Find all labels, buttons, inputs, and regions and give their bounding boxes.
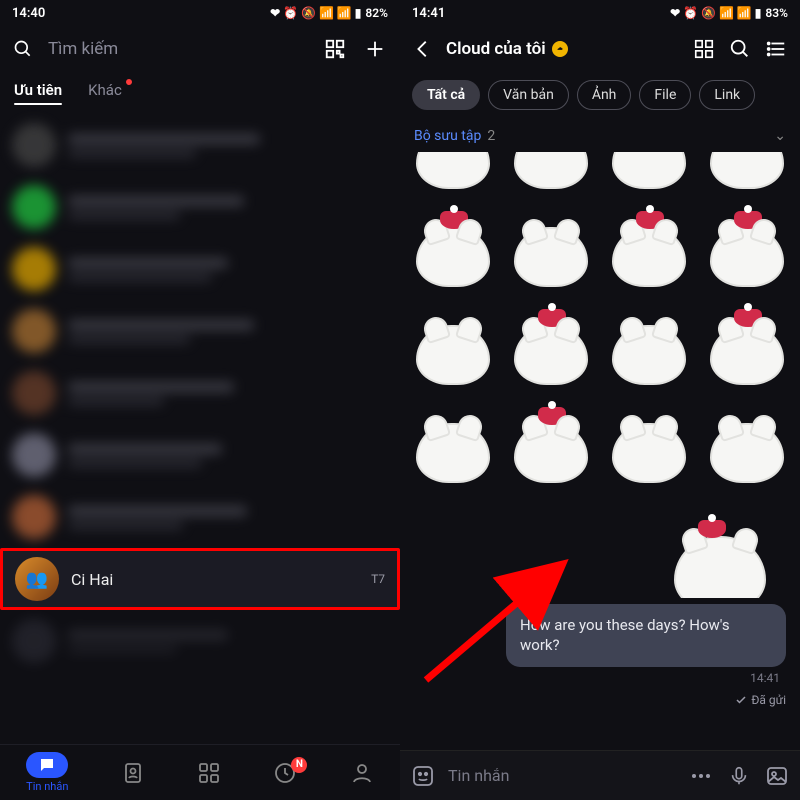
search-icon[interactable] [12, 39, 34, 59]
chat-header: Cloud của tôi [400, 26, 800, 72]
qr-icon[interactable] [322, 38, 348, 60]
image-picker-icon[interactable] [764, 764, 790, 788]
sticker[interactable] [504, 210, 598, 304]
chat-title[interactable]: Cloud của tôi [446, 39, 568, 59]
sticker[interactable] [700, 210, 794, 304]
chat-row-highlighted[interactable]: 👥 Ci Hai T7 [0, 548, 400, 610]
sticker[interactable] [406, 308, 500, 402]
avatar: 👥 [15, 557, 59, 601]
nav-profile[interactable] [350, 761, 374, 785]
search-input[interactable]: Tìm kiếm [48, 39, 308, 59]
filter-all[interactable]: Tất cả [412, 80, 480, 110]
sticker[interactable] [700, 308, 794, 402]
unread-dot [126, 79, 132, 85]
clock: 14:41 [412, 6, 445, 21]
chat-row[interactable] [0, 486, 400, 548]
chat-row[interactable] [0, 424, 400, 486]
message-bubble-row: How are you these days? How's work? 14:4… [400, 598, 800, 685]
chevron-down-icon: ⌄ [774, 128, 786, 144]
voice-icon[interactable] [726, 765, 752, 787]
chat-row[interactable] [0, 362, 400, 424]
chat-row[interactable] [0, 610, 400, 672]
status-bar: 14:41 ❤ ⏰ 🔕 📶 📶 ▮ 83% [400, 0, 800, 26]
chat-row[interactable] [0, 300, 400, 362]
sticker-grid[interactable] [400, 152, 800, 598]
chat-row[interactable] [0, 176, 400, 238]
filter-image[interactable]: Ảnh [577, 80, 632, 110]
more-icon[interactable] [688, 764, 714, 788]
sticker[interactable] [406, 406, 500, 500]
message-bubble[interactable]: How are you these days? How's work? [506, 604, 786, 667]
grid-view-icon[interactable] [692, 38, 716, 60]
filter-file[interactable]: File [639, 80, 691, 110]
sticker[interactable] [406, 210, 500, 304]
tab-other[interactable]: Khác [88, 81, 122, 99]
nav-contacts[interactable] [121, 761, 145, 785]
status-icons: ❤ ⏰ 🔕 📶 📶 ▮ 82% [270, 6, 388, 20]
sticker[interactable] [602, 210, 696, 304]
chat-list-screen: 14:40 ❤ ⏰ 🔕 📶 📶 ▮ 82% Tìm kiếm Ưu tiên K… [0, 0, 400, 800]
chat-detail-screen: 14:41 ❤ ⏰ 🔕 📶 📶 ▮ 83% Cloud của tôi [400, 0, 800, 800]
sticker[interactable] [700, 406, 794, 500]
menu-list-icon[interactable] [764, 38, 788, 60]
chat-name: Ci Hai [71, 570, 113, 589]
cloud-badge-icon [552, 41, 568, 57]
sticker[interactable] [504, 406, 598, 500]
sticker[interactable] [406, 152, 500, 206]
collection-count: 2 [487, 128, 495, 144]
sticker-picker-icon[interactable] [410, 764, 436, 788]
chat-tabs: Ưu tiên Khác [0, 72, 400, 108]
collection-row[interactable]: Bộ sưu tập 2 ⌄ [400, 118, 800, 152]
bottom-nav: Tin nhắn N [0, 744, 400, 800]
plus-icon[interactable] [362, 38, 388, 60]
filter-pills: Tất cả Văn bản Ảnh File Link [400, 72, 800, 118]
chat-list[interactable]: 👥 Ci Hai T7 [0, 114, 400, 674]
chat-row[interactable] [0, 114, 400, 176]
message-time: 14:41 [750, 671, 786, 685]
filter-link[interactable]: Link [699, 80, 755, 110]
status-icons: ❤ ⏰ 🔕 📶 📶 ▮ 83% [670, 6, 788, 20]
search-icon[interactable] [728, 38, 752, 60]
sticker[interactable] [700, 152, 794, 206]
chat-row[interactable] [0, 238, 400, 300]
chat-time: T7 [371, 572, 385, 586]
sticker[interactable] [504, 152, 598, 206]
back-icon[interactable] [412, 38, 434, 60]
notification-badge: N [291, 757, 307, 773]
sticker[interactable] [602, 308, 696, 402]
tab-priority[interactable]: Ưu tiên [14, 81, 62, 99]
clock: 14:40 [12, 6, 45, 21]
sticker[interactable] [504, 308, 598, 402]
collection-label: Bộ sưu tập [414, 128, 481, 144]
sticker[interactable] [660, 514, 780, 598]
nav-discover[interactable] [197, 761, 221, 785]
delivery-status: Đã gửi [400, 685, 800, 707]
chat-bubble-icon [26, 752, 68, 778]
sticker[interactable] [602, 406, 696, 500]
sticker[interactable] [602, 152, 696, 206]
app-header: Tìm kiếm [0, 26, 400, 72]
message-input[interactable]: Tin nhắn [448, 766, 676, 785]
status-bar: 14:40 ❤ ⏰ 🔕 📶 📶 ▮ 82% [0, 0, 400, 26]
filter-text[interactable]: Văn bản [488, 80, 569, 110]
message-input-bar: Tin nhắn [400, 750, 800, 800]
nav-timeline[interactable]: N [273, 761, 297, 785]
nav-messages[interactable]: Tin nhắn [26, 752, 68, 793]
